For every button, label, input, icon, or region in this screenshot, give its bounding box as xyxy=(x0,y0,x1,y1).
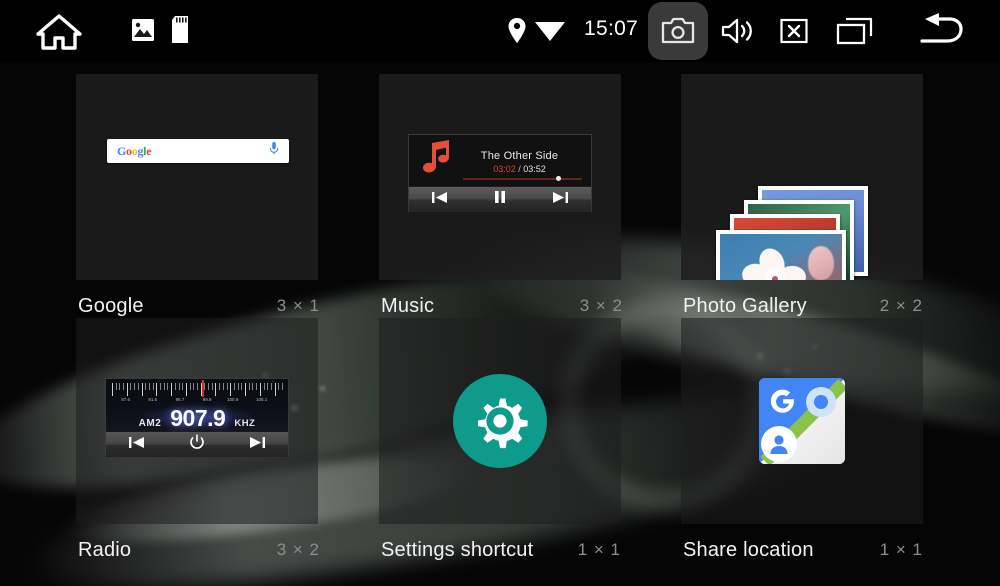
google-maps-icon xyxy=(759,378,845,464)
microphone-icon[interactable] xyxy=(269,141,279,161)
widget-meta-settings-shortcut: Settings shortcut 1 × 1 xyxy=(381,534,621,566)
google-logo: Google xyxy=(117,143,152,159)
radio-frequency: 907.9 xyxy=(170,405,226,431)
radio-dial-panel: 87.6 91.6 95.7 99.8 100.9 108.1 AM2 907.9 KHZ xyxy=(106,379,288,431)
widget-size-radio: 3 × 2 xyxy=(276,540,320,559)
widget-size-settings-shortcut: 1 × 1 xyxy=(577,540,621,559)
music-track-info: The Other Side 03:02 / 03:52 xyxy=(458,148,581,174)
radio-controls xyxy=(106,431,288,457)
google-search-bar[interactable]: Google xyxy=(107,139,289,163)
person-avatar-icon xyxy=(761,426,797,462)
recent-apps-icon[interactable] xyxy=(836,16,874,51)
widget-size-photo-gallery: 2 × 2 xyxy=(879,296,923,315)
back-icon[interactable] xyxy=(915,13,967,54)
widget-label-music: Music xyxy=(381,294,435,317)
time-total: 03:52 xyxy=(523,163,546,174)
photo-stack xyxy=(716,186,896,280)
radio-dial-label: 87.6 xyxy=(121,397,130,402)
widget-tile-settings-shortcut[interactable] xyxy=(379,318,621,524)
widget-tile-google[interactable]: Google xyxy=(76,74,318,280)
radio-unit: KHZ xyxy=(234,418,256,429)
map-destination-dot xyxy=(806,387,836,417)
widget-size-share-location: 1 × 1 xyxy=(879,540,923,559)
music-note-icon xyxy=(418,139,454,182)
status-clock: 15:07 xyxy=(584,17,639,40)
previous-station-button[interactable] xyxy=(128,436,145,454)
widget-tile-share-location[interactable] xyxy=(681,318,923,524)
next-station-button[interactable] xyxy=(249,436,266,454)
progress-handle[interactable] xyxy=(555,176,561,181)
radio-band: AM2 xyxy=(138,418,162,429)
widget-meta-share-location: Share location 1 × 1 xyxy=(683,534,923,566)
widget-tile-radio[interactable]: 87.6 91.6 95.7 99.8 100.9 108.1 AM2 907.9 KHZ xyxy=(76,318,318,524)
radio-dial-label: 95.7 xyxy=(175,397,185,402)
google-letter-g: G xyxy=(117,143,127,158)
radio-dial-label: 99.8 xyxy=(202,397,212,402)
camera-icon[interactable] xyxy=(661,17,695,49)
radio-widget-preview: 87.6 91.6 95.7 99.8 100.9 108.1 AM2 907.9 KHZ xyxy=(105,378,289,457)
picture-icon[interactable] xyxy=(131,17,155,48)
song-title: The Other Side xyxy=(480,149,559,162)
previous-button[interactable] xyxy=(431,191,448,209)
next-button[interactable] xyxy=(552,191,569,209)
gear-icon xyxy=(453,374,547,468)
volume-icon[interactable] xyxy=(720,17,756,50)
widget-size-music: 3 × 2 xyxy=(579,296,623,315)
song-time: 03:02 / 03:52 xyxy=(458,164,581,174)
radio-dial-label: 100.9 xyxy=(227,397,239,402)
widget-picker-screen: 15:07 Google Google 3 × 1 The Other Side… xyxy=(0,0,1000,586)
progress-bar[interactable] xyxy=(463,176,582,181)
widget-size-google: 3 × 1 xyxy=(276,296,320,315)
pause-button[interactable] xyxy=(493,190,507,209)
radio-dial-label: 108.1 xyxy=(255,397,268,402)
google-letter-e: e xyxy=(146,143,152,158)
power-button[interactable] xyxy=(189,434,205,455)
gear-icon-background xyxy=(453,374,547,468)
google-maps-g-letter xyxy=(768,386,798,421)
status-bar: 15:07 xyxy=(0,0,1000,62)
radio-dial-needle xyxy=(202,380,205,397)
home-icon[interactable] xyxy=(35,13,83,56)
widget-tile-photo-gallery[interactable] xyxy=(681,74,923,280)
location-pin-icon xyxy=(507,17,527,49)
widget-label-share-location: Share location xyxy=(683,538,814,561)
widget-meta-radio: Radio 3 × 2 xyxy=(78,534,320,566)
radio-dial-labels: 87.6 91.6 95.7 99.8 100.9 108.1 xyxy=(112,397,282,405)
music-widget-preview: The Other Side 03:02 / 03:52 xyxy=(408,134,592,212)
radio-dial-label: 91.6 xyxy=(148,397,158,402)
time-separator: / xyxy=(518,163,521,174)
time-current: 03:02 xyxy=(493,163,516,174)
close-box-icon[interactable] xyxy=(780,17,808,50)
wifi-icon xyxy=(534,19,566,48)
music-info-panel: The Other Side 03:02 / 03:52 xyxy=(409,135,591,186)
music-controls xyxy=(409,186,591,212)
widget-label-google: Google xyxy=(78,294,144,317)
radio-dial-scale xyxy=(112,383,283,397)
sdcard-icon[interactable] xyxy=(170,15,190,50)
widget-label-photo-gallery: Photo Gallery xyxy=(683,294,807,317)
radio-frequency-row: AM2 907.9 KHZ xyxy=(106,405,288,431)
photo-front-flower xyxy=(716,230,846,280)
widget-label-settings-shortcut: Settings shortcut xyxy=(381,538,534,561)
widget-label-radio: Radio xyxy=(78,538,132,561)
widget-tile-music[interactable]: The Other Side 03:02 / 03:52 xyxy=(379,74,621,280)
